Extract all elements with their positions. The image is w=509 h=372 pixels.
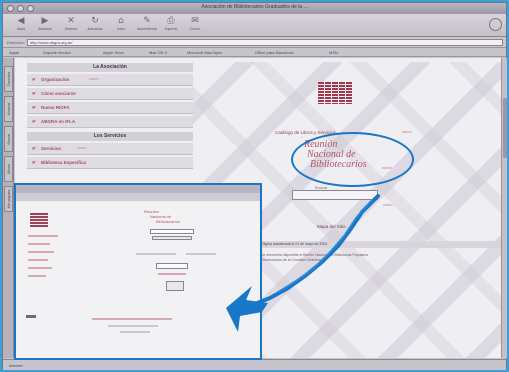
autofill-button[interactable]: ✎ Autorrellenar bbox=[135, 16, 159, 35]
refresh-button[interactable]: ↻ Actualizar bbox=[83, 16, 107, 35]
mail-icon: ✉ bbox=[191, 16, 199, 26]
menu-item-abgra-ifla[interactable]: ☛ ABGRA en IFLA bbox=[27, 116, 193, 128]
mini-logo bbox=[30, 213, 48, 227]
address-label: Dirección: bbox=[7, 40, 25, 45]
stop-button[interactable]: ✕ Detener bbox=[59, 16, 83, 35]
favorite-link[interactable]: Soporte técnico bbox=[43, 50, 71, 55]
mini-menu-line bbox=[28, 267, 52, 269]
favorite-link[interactable]: Microsoft MacTopia bbox=[187, 50, 221, 55]
print-button[interactable]: ⎙ Imprimir bbox=[159, 16, 183, 35]
news-link[interactable]: Resoluciones de la Comisión Directiva bbox=[261, 258, 321, 262]
pointer-icon: ☛ bbox=[32, 77, 37, 83]
vertical-scrollbar[interactable] bbox=[501, 58, 507, 358]
section-heading-asociacion: La Asociación bbox=[27, 63, 193, 72]
mini-box bbox=[166, 281, 184, 291]
forward-button[interactable]: ▶ Adelante bbox=[33, 16, 57, 35]
tab-history[interactable]: Historial bbox=[4, 96, 13, 122]
autofill-icon: ✎ bbox=[143, 16, 151, 26]
pointer-icon: ☛ bbox=[32, 91, 37, 97]
new-badge: nuevo bbox=[383, 203, 393, 207]
mini-line bbox=[92, 318, 172, 320]
favorites-bar: Apple Soporte técnico Apple Store Mac OS… bbox=[3, 49, 506, 57]
window-title: Asociación de Bibliotecarios Graduados d… bbox=[201, 4, 308, 10]
search-input[interactable] bbox=[292, 190, 378, 200]
scroll-thumb[interactable] bbox=[503, 98, 507, 158]
refresh-icon: ↻ bbox=[91, 16, 99, 26]
section-heading-servicios: Los Servicios bbox=[27, 132, 193, 141]
mini-input bbox=[156, 263, 188, 269]
mini-toolbar bbox=[16, 193, 260, 201]
tab-scrapbook[interactable]: Álbum bbox=[4, 156, 13, 182]
update-banner: Página actualizada el 21 de mayo de 2004 bbox=[259, 241, 501, 248]
tab-favorites[interactable]: Favoritos bbox=[4, 66, 13, 92]
mini-reunion-text: Bibliotecarios bbox=[156, 219, 180, 224]
mini-bar bbox=[26, 315, 36, 318]
mini-line bbox=[186, 253, 216, 255]
news-link[interactable]: Se encuentra disponible el Boletín Nacio… bbox=[261, 253, 368, 257]
throbber-icon bbox=[489, 18, 502, 31]
back-button[interactable]: ◀ Atrás bbox=[9, 16, 33, 35]
new-badge: nuevo bbox=[402, 130, 412, 134]
status-text: Internet bbox=[9, 363, 23, 368]
menu-item-servicios[interactable]: ☛ Servicios nuevo bbox=[27, 143, 193, 155]
mini-line bbox=[136, 253, 176, 255]
favorite-link[interactable]: Office para Macintosh bbox=[255, 50, 294, 55]
mini-input bbox=[152, 236, 192, 240]
stop-icon: ✕ bbox=[67, 16, 75, 26]
mini-menu-line bbox=[28, 235, 58, 237]
highlight-ellipse bbox=[291, 132, 414, 187]
mail-button[interactable]: ✉ Correo bbox=[183, 16, 207, 35]
zoomed-callout-screenshot: Reunión Nacional de Bibliotecarios bbox=[14, 183, 262, 360]
tab-search[interactable]: Buscar bbox=[4, 126, 13, 152]
pointer-icon: ☛ bbox=[32, 105, 37, 111]
address-input[interactable]: http://www.abgra.org.ar/ bbox=[27, 39, 503, 46]
home-icon: ⌂ bbox=[118, 16, 124, 26]
mini-menu-line bbox=[28, 251, 54, 253]
menu-item-biblioteca-especifica[interactable]: ☛ Biblioteca Específica bbox=[27, 157, 193, 169]
print-icon: ⎙ bbox=[167, 16, 175, 26]
tab-page-holder[interactable]: Mis páginas bbox=[4, 186, 13, 212]
address-bar: Dirección: http://www.abgra.org.ar/ bbox=[3, 38, 506, 48]
mini-line bbox=[108, 325, 158, 327]
pointer-icon: ☛ bbox=[32, 119, 37, 125]
pointer-icon: ☛ bbox=[32, 160, 37, 166]
mini-line bbox=[120, 331, 150, 333]
status-bar: Internet bbox=[3, 359, 506, 370]
back-arrow-icon: ◀ bbox=[17, 16, 25, 26]
favorite-link[interactable]: MSN bbox=[329, 50, 338, 55]
menu-item-organizacion[interactable]: ☛ Organización nuevo bbox=[27, 74, 193, 86]
mini-menu-line bbox=[28, 243, 50, 245]
site-map-link[interactable]: Mapa del Sitio bbox=[317, 224, 346, 229]
favorite-link[interactable]: Mac OS X bbox=[149, 50, 167, 55]
toolbar: ◀ Atrás ▶ Adelante ✕ Detener ↻ Actualizar ⌂ I… bbox=[3, 14, 506, 37]
forward-arrow-icon: ▶ bbox=[41, 16, 49, 26]
menu-item-nueva-riofa[interactable]: ☛ Nueva RIOFA bbox=[27, 102, 193, 114]
home-button[interactable]: ⌂ Inicio bbox=[109, 16, 133, 35]
abgra-logo bbox=[318, 82, 352, 104]
mini-line bbox=[158, 273, 186, 275]
mini-menu-line bbox=[28, 259, 48, 261]
menu-item-como-asociarse[interactable]: ☛ Cómo asociarse bbox=[27, 88, 193, 100]
explorer-bar-tabs: Favoritos Historial Buscar Álbum Mis pág… bbox=[3, 58, 14, 358]
title-bar[interactable]: Asociación de Bibliotecarios Graduados d… bbox=[3, 3, 506, 14]
mini-input bbox=[150, 229, 194, 234]
mini-title-bar bbox=[16, 185, 260, 193]
favorite-link[interactable]: Apple bbox=[9, 50, 19, 55]
pointer-icon: ☛ bbox=[32, 146, 37, 152]
favorite-link[interactable]: Apple Store bbox=[103, 50, 124, 55]
mini-menu-line bbox=[28, 275, 46, 277]
